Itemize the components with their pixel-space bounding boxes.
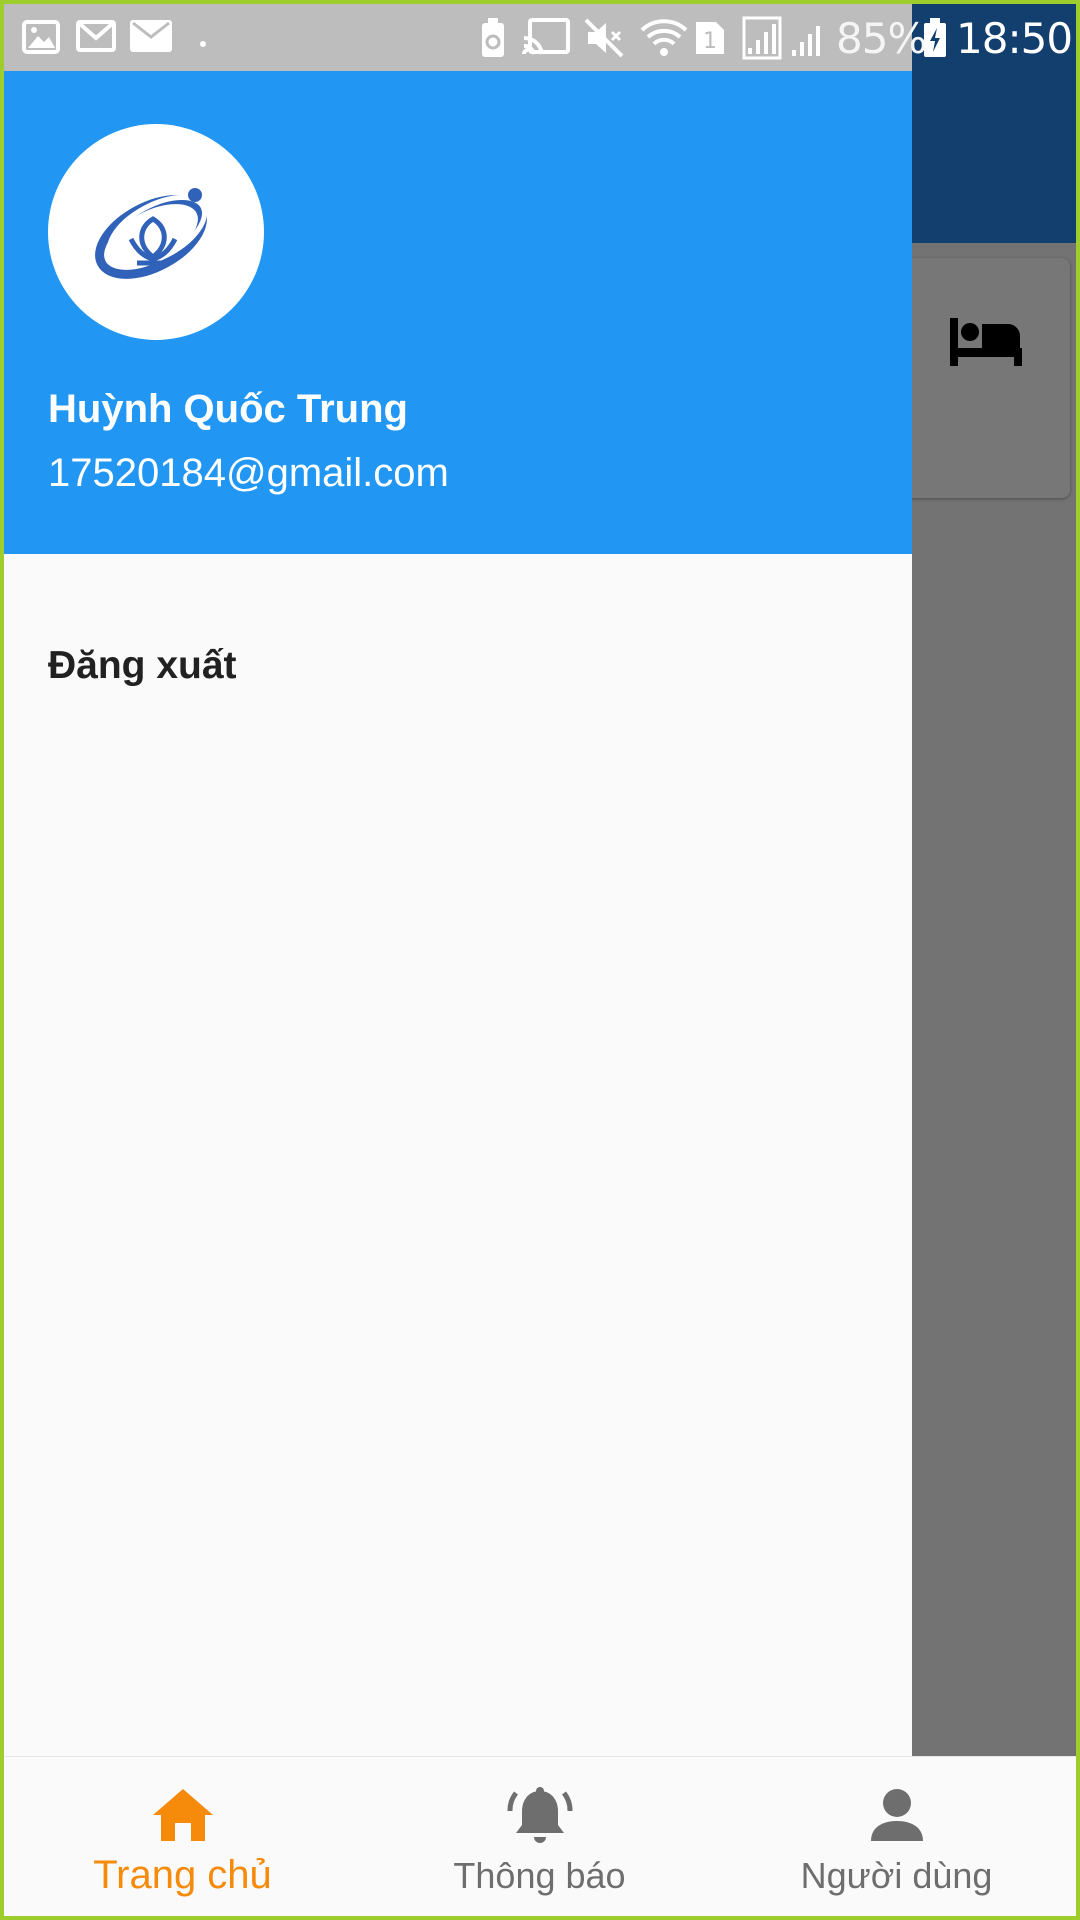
screen: 1 85% 18:50 Huỳnh Quốc Trung 17520184@gm… (4, 4, 1076, 1916)
mute-icon (584, 18, 624, 63)
user-email: 17520184@gmail.com (48, 451, 449, 495)
gallery-icon (22, 20, 60, 59)
cast-icon (522, 18, 570, 61)
sim-slot-label: 1 (703, 29, 717, 54)
signal-icon-2 (790, 20, 830, 63)
university-logo-icon (95, 188, 208, 279)
person-icon (869, 1785, 925, 1849)
sim-icon: 1 (694, 20, 726, 61)
status-bar: 1 85% 18:50 (4, 4, 1076, 71)
avatar[interactable] (48, 124, 264, 340)
navigation-drawer: Huỳnh Quốc Trung 17520184@gmail.com Đăng… (4, 71, 912, 1756)
nav-home[interactable]: Trang chủ (4, 1757, 361, 1916)
nav-notifications[interactable]: Thông báo (361, 1757, 718, 1916)
clock: 18:50 (956, 14, 1073, 63)
nav-notifications-label: Thông báo (453, 1855, 626, 1896)
nav-user-label: Người dùng (800, 1855, 993, 1896)
battery-saver-icon (480, 18, 506, 63)
nav-user[interactable]: Người dùng (718, 1757, 1075, 1916)
battery-charging-icon (922, 18, 948, 63)
bed-icon (950, 318, 1022, 371)
user-name: Huỳnh Quốc Trung (48, 387, 408, 431)
dot-icon (200, 34, 206, 52)
signal-icon (742, 16, 782, 65)
bottom-navigation: Trang chủ Thông báo Người dùng (4, 1756, 1076, 1916)
nav-home-label: Trang chủ (93, 1853, 272, 1897)
wifi-icon (640, 18, 688, 63)
home-icon (151, 1785, 215, 1849)
mail-icon (130, 20, 172, 57)
battery-percent: 85% (836, 14, 927, 63)
bell-icon (506, 1785, 574, 1849)
logout-menu-item[interactable]: Đăng xuất (48, 644, 237, 688)
gmail-icon (76, 20, 116, 57)
drawer-header: Huỳnh Quốc Trung 17520184@gmail.com (4, 71, 912, 554)
